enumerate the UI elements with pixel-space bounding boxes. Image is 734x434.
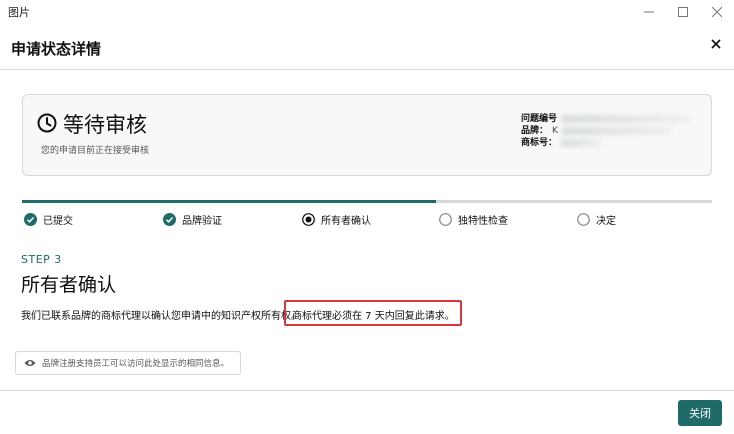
- window-controls: [632, 0, 734, 24]
- check-circle-icon: [163, 212, 176, 226]
- meta-label: 问题编号: [521, 114, 558, 124]
- redacted-value: [561, 115, 692, 123]
- dialog-title: 申请状态详情: [11, 40, 102, 58]
- status-subtitle: 您的申请目前正在接受审核: [41, 146, 150, 156]
- section-title: 所有者确认: [21, 274, 117, 296]
- step-decision: 决定: [577, 211, 616, 227]
- maximize-button[interactable]: [666, 0, 700, 24]
- check-circle-icon: [24, 212, 37, 226]
- status-card: 等待审核 您的申请目前正在接受审核 问题编号 品牌： K 商标号：: [22, 94, 712, 176]
- window-close-button[interactable]: [700, 0, 734, 24]
- pending-step-icon: [577, 212, 590, 226]
- step-number: STEP 3: [21, 253, 62, 266]
- step-brand-verification: 品牌验证: [163, 211, 222, 227]
- step-submitted: 已提交: [24, 211, 73, 227]
- close-icon: [712, 7, 722, 17]
- step-label: 独特性检查: [458, 215, 508, 227]
- minimize-icon: [644, 11, 654, 13]
- progress-fill: [22, 200, 436, 203]
- redacted-value: [561, 127, 672, 135]
- window-titlebar: 图片: [0, 0, 734, 24]
- meta-label: 品牌：: [521, 126, 549, 136]
- application-status-dialog: 申请状态详情 等待审核 您的申请目前正在接受审核 问题编号 品牌： K 商标号：: [0, 24, 734, 434]
- maximize-icon: [678, 7, 688, 17]
- dialog-footer: 关闭: [0, 390, 734, 434]
- step-description: 我们已联系品牌的商标代理以确认您申请中的知识产权所有权。: [21, 311, 301, 322]
- eye-icon: [24, 360, 36, 366]
- step-distinctiveness-check: 独特性检查: [439, 211, 508, 227]
- step-label: 决定: [596, 215, 616, 227]
- meta-value: K: [552, 126, 558, 136]
- step-owner-confirmation: 所有者确认: [302, 211, 371, 227]
- info-text: 品牌注册支持员工可以访问此处显示的相同信息。: [42, 359, 230, 369]
- close-icon: [711, 39, 721, 49]
- meta-case-id: 问题编号: [521, 113, 692, 125]
- step-label: 所有者确认: [321, 215, 371, 227]
- pending-step-icon: [439, 212, 452, 226]
- meta-label: 商标号：: [521, 138, 558, 148]
- dialog-close-button[interactable]: [708, 36, 724, 52]
- current-step-icon: [302, 212, 315, 226]
- case-meta: 问题编号 品牌： K 商标号：: [521, 113, 692, 149]
- meta-trademark: 商标号：: [521, 137, 691, 149]
- status-title: 等待审核: [63, 113, 147, 137]
- visibility-info: 品牌注册支持员工可以访问此处显示的相同信息。: [15, 351, 241, 375]
- step-label: 已提交: [43, 215, 73, 227]
- window-title: 图片: [8, 6, 30, 19]
- redacted-value: [561, 139, 602, 147]
- clock-icon: [37, 113, 57, 133]
- close-button[interactable]: 关闭: [678, 400, 722, 426]
- deadline-notice: 商标代理必须在 7 天内回复此请求。: [292, 311, 455, 322]
- step-label: 品牌验证: [182, 215, 222, 227]
- meta-brand: 品牌： K: [521, 125, 691, 137]
- progress-track: [22, 200, 712, 203]
- dialog-header: 申请状态详情: [0, 24, 734, 70]
- minimize-button[interactable]: [632, 0, 666, 24]
